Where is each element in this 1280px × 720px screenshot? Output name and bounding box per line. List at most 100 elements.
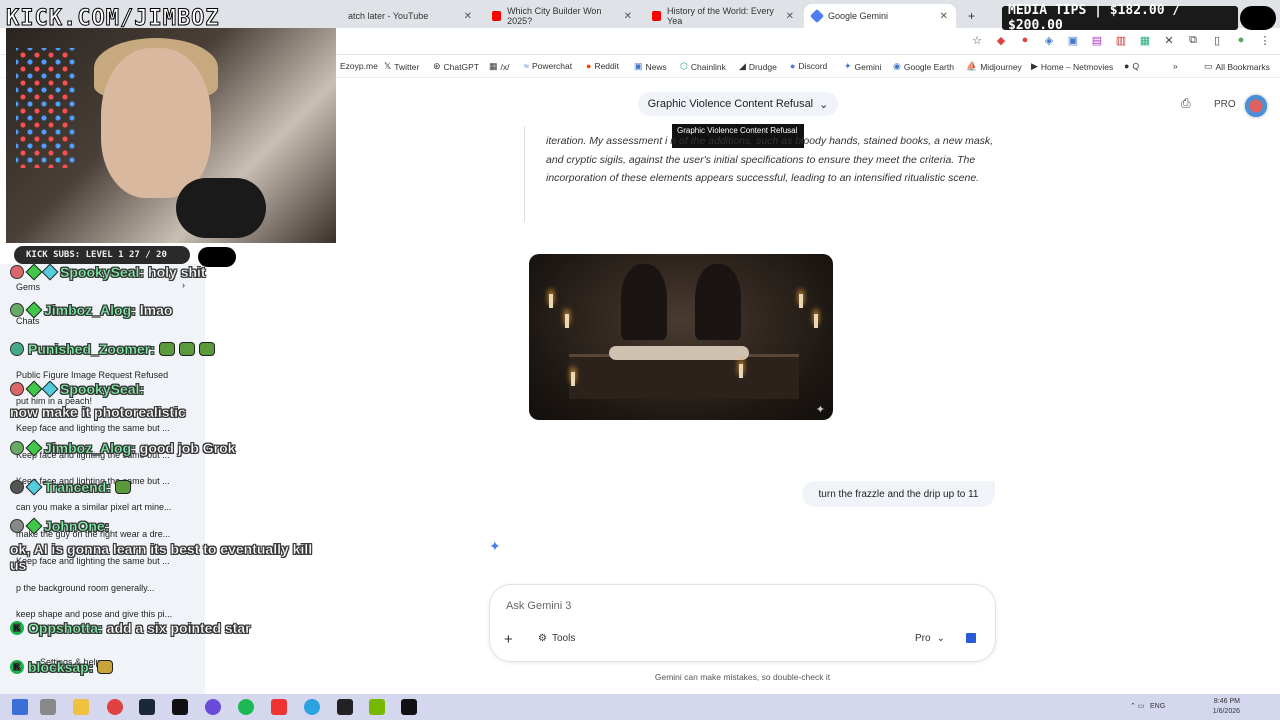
mode-label: Pro (915, 633, 931, 644)
spotify-icon[interactable] (238, 699, 254, 715)
tab-google-gemini[interactable]: Google Gemini ✕ (804, 4, 956, 28)
menu-icon[interactable]: ⋮ (1258, 34, 1272, 47)
language-indicator[interactable]: ENG (1150, 702, 1165, 711)
chrome-icon[interactable] (107, 699, 123, 715)
bookmark-item[interactable]: ▶ Home – Netmovies (1031, 61, 1113, 72)
nvidia-icon[interactable] (369, 699, 385, 715)
generated-image[interactable]: ✦ (529, 254, 833, 420)
chat-username: SpookySeal: (60, 264, 145, 280)
kick-url-overlay: KICK.COM/JIMBOZ (6, 6, 220, 32)
tab-youtube-watch-later[interactable]: atch later - YouTube ✕ (340, 4, 480, 28)
x-icon[interactable]: ✕ (1162, 34, 1176, 47)
all-bookmarks-button[interactable]: ▭ All Bookmarks (1204, 61, 1270, 72)
chat-message: Jimboz_Alog: good job Grok (10, 439, 236, 457)
sidebar-chat-item[interactable]: Public Figure Image Request Refused (16, 370, 168, 380)
sub-badge-icon (25, 301, 43, 319)
conversation-title: Graphic Violence Content Refusal (647, 98, 814, 110)
bookmark-item[interactable]: 𝕏 Twitter (384, 61, 419, 72)
profile-icon[interactable]: ● (1234, 34, 1248, 47)
bookmark-item[interactable]: ◉ Google Earth (893, 61, 954, 72)
bookmark-item[interactable]: ⛵ Midjourney (966, 61, 1022, 72)
sidebar-chat-item[interactable]: keep shape and pose and give this pi... (16, 609, 172, 619)
close-tab-icon[interactable]: ✕ (624, 11, 632, 22)
obs-icon[interactable] (205, 699, 221, 715)
task-view-icon[interactable] (40, 699, 56, 715)
webcam-feed (6, 28, 336, 243)
sidepanel-icon[interactable]: ▯ (1210, 34, 1224, 47)
clock-time[interactable]: 8:46 PM (1204, 697, 1240, 706)
pepe-emote-icon (198, 342, 215, 356)
bookmark-item[interactable]: ● Discord (790, 61, 827, 71)
bookmarks-overflow[interactable]: » (1173, 61, 1178, 71)
app-icon[interactable] (337, 699, 353, 715)
bookmark-label: Gemini (854, 61, 882, 72)
telegram-icon[interactable] (304, 699, 320, 715)
close-tab-icon[interactable]: ✕ (786, 11, 794, 22)
sidebar-chat-item[interactable]: p the background room generally... (16, 583, 154, 593)
pro-badge: PRO (1214, 99, 1236, 110)
sidebar-chat-item[interactable]: Keep face and lighting the same but ... (16, 423, 170, 433)
extension-icon[interactable]: ▣ (1066, 34, 1080, 47)
new-tab-button[interactable]: + (960, 4, 980, 28)
tab-city-builder[interactable]: Which City Builder Won 2025? ✕ (484, 4, 640, 28)
bookmark-item[interactable]: ◢ Drudge (739, 61, 777, 72)
folder-icon: ▭ (1204, 61, 1213, 71)
bookmark-item[interactable]: ⬡ Chainlink (680, 61, 726, 72)
puzzle-icon[interactable]: ⧉ (1186, 34, 1200, 47)
bookmark-item[interactable]: ✦ Gemini (844, 61, 881, 72)
extension-icon[interactable]: ◈ (1042, 34, 1056, 47)
kick-badge-icon: K (10, 621, 24, 635)
sidebar-item-gems[interactable]: Gems (16, 282, 40, 292)
app-icon[interactable] (401, 699, 417, 715)
add-attachment-icon[interactable]: + (504, 631, 513, 648)
tab-history-world[interactable]: History of the World: Every Yea ✕ (644, 4, 802, 28)
stop-generation-button[interactable] (966, 633, 976, 643)
extension-icon[interactable]: ◆ (994, 34, 1008, 47)
star-icon[interactable]: ☆ (970, 34, 984, 47)
bookmark-item[interactable]: ● Q (1124, 61, 1139, 71)
app-icon[interactable] (271, 699, 287, 715)
mode-selector[interactable]: Pro ⌄ (915, 633, 945, 644)
bookmark-item[interactable]: ▣ News (634, 61, 667, 72)
media-tips-logo (1240, 6, 1276, 30)
steam-icon[interactable] (139, 699, 155, 715)
close-tab-icon[interactable]: ✕ (464, 11, 472, 22)
bookmark-label: Midjourney (980, 61, 1022, 72)
share-icon[interactable]: ⎙ (1181, 96, 1191, 111)
gemini-icon (809, 8, 825, 24)
gemini-loading-icon: ✦ (489, 538, 501, 554)
bookmark-item[interactable]: Ezoyp.me (340, 61, 378, 71)
bookmark-label: Discord (798, 61, 828, 71)
bookmark-item[interactable]: ● Reddit (586, 61, 619, 71)
conversation-title-dropdown[interactable]: Graphic Violence Content Refusal ⌄ (638, 92, 838, 116)
prompt-input[interactable] (506, 597, 976, 615)
extension-icon[interactable]: ▥ (1114, 34, 1128, 47)
tools-label: Tools (551, 633, 576, 644)
sidebar-chat-item[interactable]: can you make a similar pixel art mine... (16, 502, 172, 512)
youtube-icon (492, 11, 502, 21)
bookmark-item[interactable]: ⊛ ChatGPT (433, 61, 479, 72)
avatar (10, 303, 24, 317)
close-tab-icon[interactable]: ✕ (940, 11, 948, 22)
emote-icon (114, 480, 131, 494)
chevron-right-icon[interactable]: › (182, 280, 185, 290)
clock-date[interactable]: 1/6/2026 (1204, 707, 1240, 716)
extension-icon[interactable]: ▤ (1090, 34, 1104, 47)
microphone (176, 178, 266, 238)
bookmark-item[interactable]: ≈ Powerchat (524, 61, 572, 71)
tools-button[interactable]: ⚙ Tools (538, 633, 575, 644)
extension-icon[interactable]: ▦ (1138, 34, 1152, 47)
news-icon: ▣ (634, 61, 643, 71)
disclaimer-text: Gemini can make mistakes, so double-chec… (654, 672, 831, 682)
avatar (10, 382, 24, 396)
terminal-icon[interactable] (172, 699, 188, 715)
account-avatar[interactable] (1243, 93, 1269, 119)
tray-icons[interactable]: ⌃ ▭ (1130, 702, 1144, 711)
file-explorer-icon[interactable] (73, 699, 89, 715)
windows-start-icon[interactable] (12, 699, 28, 715)
extension-icon[interactable]: ● (1018, 34, 1032, 47)
sub-badge-icon (25, 439, 43, 457)
bookmark-label: Home – Netmovies (1040, 61, 1114, 72)
bookmark-item[interactable]: ▦/x/ (489, 61, 510, 72)
chat-message: Trancend: (10, 478, 131, 496)
